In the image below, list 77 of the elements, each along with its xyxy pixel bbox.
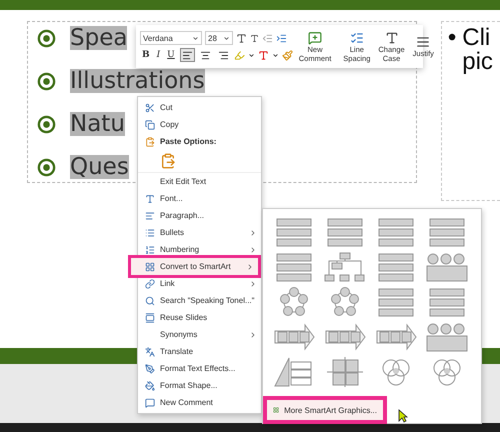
placeholder-text: Cli bbox=[462, 26, 492, 50]
menu-item[interactable]: Copy bbox=[138, 116, 261, 133]
menu-item[interactable]: Font... bbox=[138, 190, 261, 207]
chevron-icon[interactable] bbox=[248, 52, 255, 58]
menu-item-icon bbox=[144, 244, 154, 254]
menu-item[interactable]: Link bbox=[138, 275, 261, 292]
menu-header: Paste Options: bbox=[138, 133, 261, 150]
menu-item-icon bbox=[144, 346, 154, 356]
bold-button[interactable]: B bbox=[140, 48, 152, 62]
menu-item-icon bbox=[144, 102, 154, 112]
menu-item-icon bbox=[144, 312, 154, 322]
align-button[interactable] bbox=[180, 48, 195, 62]
menu-item-icon bbox=[144, 296, 154, 306]
menu-item[interactable]: Cut bbox=[138, 99, 261, 116]
menu-item[interactable]: Bullets bbox=[138, 224, 261, 241]
smartart-icon bbox=[273, 405, 280, 415]
layout-icon[interactable] bbox=[426, 251, 468, 283]
selected-text: Natu bbox=[70, 112, 125, 136]
increase-indent-icon[interactable] bbox=[276, 32, 287, 44]
menu-item[interactable]: Format Shape... bbox=[138, 377, 261, 394]
layout-icon[interactable] bbox=[273, 321, 315, 353]
menu-item[interactable]: Synonyms bbox=[138, 326, 261, 343]
layout-icon[interactable] bbox=[324, 251, 366, 283]
chevron-icon bbox=[223, 34, 230, 42]
menu-item[interactable]: Exit Edit Text bbox=[138, 173, 261, 190]
menu-item[interactable]: New Comment bbox=[138, 394, 261, 411]
side-placeholder[interactable]: • Cli pic bbox=[440, 21, 500, 201]
chevron-icon bbox=[246, 262, 254, 270]
shrink-font-icon[interactable] bbox=[250, 34, 259, 42]
grow-font-icon[interactable] bbox=[236, 32, 247, 44]
selected-text: Ques bbox=[70, 155, 129, 179]
menu-item-icon bbox=[144, 364, 154, 374]
font-select[interactable]: Verdana bbox=[140, 31, 202, 45]
bullet-icon bbox=[37, 28, 56, 48]
letter-icon bbox=[384, 30, 399, 44]
chevron-icon bbox=[192, 34, 199, 42]
bullet-icon bbox=[37, 72, 56, 90]
chevron-icon bbox=[249, 246, 257, 254]
font-color-icon[interactable] bbox=[258, 50, 269, 60]
italic-button[interactable]: I bbox=[154, 48, 162, 62]
underline-button[interactable]: U bbox=[165, 48, 177, 62]
chevron-icon bbox=[249, 330, 257, 338]
layout-icon[interactable] bbox=[426, 321, 468, 353]
bullet-icon bbox=[37, 158, 56, 176]
layout-icon[interactable] bbox=[324, 356, 366, 388]
menu-item-icon bbox=[144, 262, 154, 272]
menu-item[interactable]: Numbering bbox=[138, 241, 261, 258]
menu-item[interactable]: Search "Speaking Tonel..." bbox=[138, 292, 261, 309]
chevron-icon bbox=[249, 280, 257, 288]
menu-item-icon bbox=[144, 210, 154, 220]
layout-icon[interactable] bbox=[375, 321, 417, 353]
cursor-icon bbox=[398, 409, 408, 423]
menu-item[interactable]: Translate bbox=[138, 343, 261, 360]
bullet-mark: • bbox=[448, 26, 456, 53]
menu-item-icon bbox=[144, 194, 154, 204]
placeholder-text: pic bbox=[462, 50, 493, 74]
menu-item[interactable]: Format Text Effects... bbox=[138, 360, 261, 377]
paste-option-icon[interactable] bbox=[160, 153, 176, 169]
menu-item-icon bbox=[144, 380, 154, 390]
menu-item-icon bbox=[144, 120, 154, 130]
menu-item-icon bbox=[144, 398, 154, 408]
justify-icon bbox=[416, 35, 430, 49]
chevron-icon[interactable] bbox=[272, 52, 279, 58]
more-graphics-item[interactable]: More SmartArt Graphics... bbox=[263, 396, 387, 424]
clipboard-icon bbox=[144, 136, 154, 146]
line-spacing-icon bbox=[350, 30, 364, 44]
size-select[interactable]: 28 bbox=[205, 31, 233, 45]
selected-text: Illustrations bbox=[70, 69, 205, 93]
comment-icon bbox=[308, 30, 322, 44]
menu-item[interactable]: Paragraph... bbox=[138, 207, 261, 224]
chevron-icon bbox=[249, 228, 257, 236]
menu-item-icon bbox=[144, 278, 154, 288]
menu-item[interactable]: Convert to SmartArt bbox=[128, 255, 261, 278]
bullet-icon bbox=[37, 114, 56, 134]
selected-text: Spea bbox=[70, 26, 128, 50]
layout-icon[interactable] bbox=[324, 321, 366, 353]
menu-item[interactable]: Reuse Slides bbox=[138, 309, 261, 326]
